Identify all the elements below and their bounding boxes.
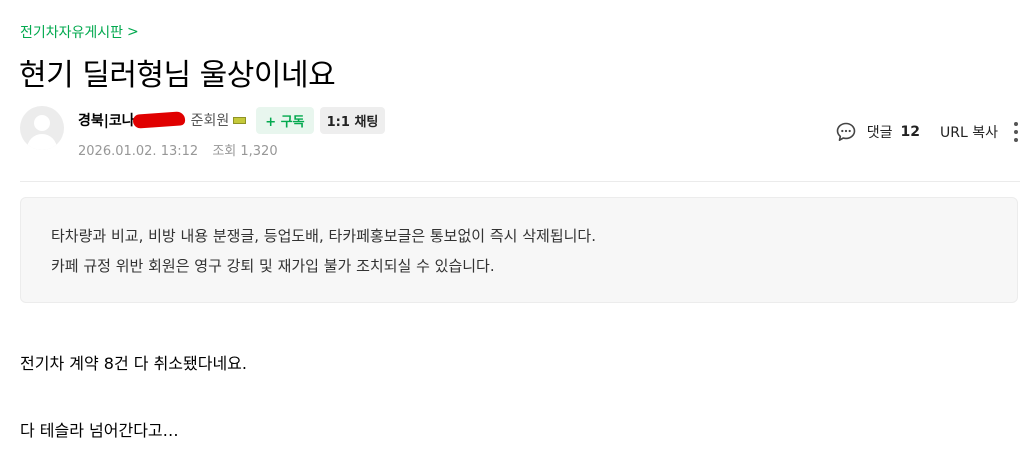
post-date: 2026.01.02. 13:12 — [78, 144, 199, 159]
views-count: 1,320 — [240, 144, 278, 159]
default-avatar-icon[interactable] — [20, 106, 64, 150]
post-title: 현기 딜러형님 울상이네요 — [19, 58, 336, 93]
comment-label[interactable]: 댓글 — [867, 122, 893, 142]
url-copy-button[interactable]: URL 복사 — [940, 122, 998, 142]
board-link[interactable]: 전기차자유게시판 > — [20, 22, 139, 42]
post-meta: 2026.01.02. 13:12 조회 1,320 — [78, 140, 278, 159]
views-label: 조회 — [212, 144, 237, 159]
author-nickname[interactable]: 경북|코나 — [78, 110, 135, 130]
post-actions: 댓글 12 URL 복사 — [835, 120, 1018, 144]
member-grade: 준회원 — [190, 113, 230, 129]
notice-box: 타차량과 비교, 비방 내용 분쟁글, 등업도배, 타카페홍보글은 통보없이 즉… — [20, 197, 1018, 303]
chat-button[interactable]: 1:1 채팅 — [319, 106, 386, 134]
comment-count[interactable]: 12 — [901, 124, 920, 140]
notice-line-1: 타차량과 비교, 비방 내용 분쟁글, 등업도배, 타카페홍보글은 통보없이 즉… — [51, 227, 596, 245]
grade-icon — [233, 116, 247, 124]
content-paragraph-1: 전기차 계약 8건 다 취소됐다네요. — [20, 354, 247, 373]
divider — [20, 181, 1020, 182]
comment-icon[interactable] — [835, 121, 857, 143]
chevron-right-icon: > — [127, 24, 139, 40]
subscribe-button[interactable]: + 구독 — [256, 106, 314, 134]
author-row: 경북|코나 준회원 + 구독 1:1 채팅 — [78, 106, 386, 134]
content-paragraph-2: 다 테슬라 넘어간다고… — [20, 421, 179, 440]
notice-line-2: 카페 규정 위반 회원은 영구 강퇴 및 재가입 불가 조치되실 수 있습니다. — [51, 257, 495, 275]
more-vertical-icon[interactable] — [1014, 122, 1018, 142]
redaction-mark — [132, 111, 186, 129]
board-name: 전기차자유게시판 — [20, 25, 124, 41]
